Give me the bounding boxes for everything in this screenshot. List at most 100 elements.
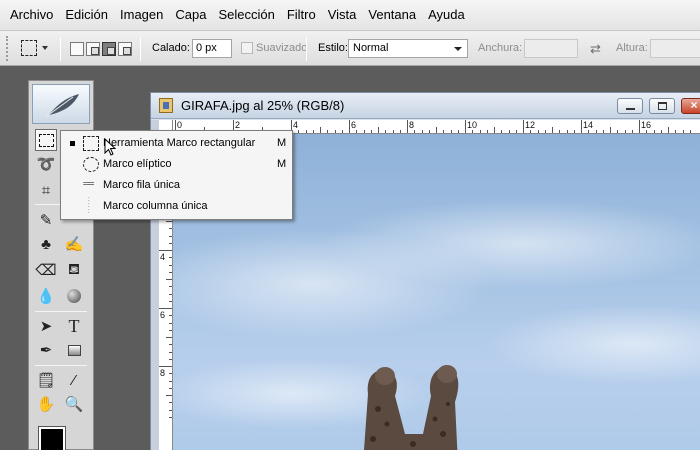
hand-tool[interactable]: ✋ bbox=[35, 393, 57, 415]
flyout-item-row-marquee[interactable]: === Marco fila única bbox=[61, 175, 292, 196]
lasso-tool[interactable]: ➰ bbox=[35, 153, 57, 175]
flyout-item-rect-marquee[interactable]: Herramienta Marco rectangular M bbox=[61, 133, 292, 154]
pen-tool[interactable]: ✒ bbox=[35, 339, 57, 361]
eraser-tool[interactable]: ⌫ bbox=[35, 259, 57, 281]
crop-tool[interactable]: ⌗ bbox=[35, 179, 57, 201]
foreground-color-swatch[interactable] bbox=[38, 426, 66, 450]
crop-icon: ⌗ bbox=[41, 181, 51, 199]
menu-imagen[interactable]: Imagen bbox=[114, 3, 169, 27]
pen-icon: ✒ bbox=[39, 342, 53, 359]
tool-preset-picker[interactable] bbox=[18, 37, 52, 61]
menu-capa[interactable]: Capa bbox=[169, 3, 212, 27]
menu-vista[interactable]: Vista bbox=[322, 3, 363, 27]
style-select-value: Normal bbox=[353, 42, 389, 54]
menu-ayuda[interactable]: Ayuda bbox=[422, 3, 471, 27]
ruler-tick bbox=[639, 120, 640, 133]
flyout-item-ellipse-marquee[interactable]: Marco elíptico M bbox=[61, 154, 292, 175]
width-input[interactable] bbox=[524, 39, 578, 58]
swap-dimensions-icon[interactable]: ⇄ bbox=[590, 41, 601, 57]
zoom-tool[interactable]: 🔍 bbox=[63, 393, 85, 415]
ruler-tick bbox=[159, 250, 172, 251]
ruler-tick bbox=[465, 120, 466, 133]
bucket-tool[interactable]: ⛾ bbox=[63, 259, 85, 281]
ruler-minor-tick bbox=[494, 127, 495, 133]
style-select[interactable]: Normal bbox=[348, 39, 468, 58]
add-to-selection-button[interactable] bbox=[86, 42, 100, 56]
flyout-item-label: Marco fila única bbox=[103, 179, 181, 191]
ruler-minor-tick bbox=[166, 279, 172, 280]
eyedropper-tool[interactable]: ⁄ bbox=[63, 369, 85, 391]
ruler-label: 10 bbox=[467, 120, 478, 130]
options-bar: Calado: 0 px Suavizado Estilo: Normal An… bbox=[0, 31, 700, 66]
options-bar-grip[interactable] bbox=[6, 36, 10, 61]
close-icon: × bbox=[690, 98, 698, 112]
intersect-selection-button[interactable] bbox=[118, 42, 132, 56]
notes-tool[interactable]: 🗒 bbox=[35, 369, 57, 391]
minimize-icon bbox=[626, 108, 635, 110]
ruler-label: 14 bbox=[583, 120, 594, 130]
select-arrow-icon: ➤ bbox=[39, 318, 53, 335]
ruler-tick bbox=[349, 120, 350, 133]
new-selection-button[interactable] bbox=[70, 42, 84, 56]
ruler-minor-tick bbox=[166, 395, 172, 396]
ruler-minor-tick bbox=[166, 337, 172, 338]
menu-filtro[interactable]: Filtro bbox=[281, 3, 322, 27]
blur-tool[interactable]: 💧 bbox=[35, 285, 57, 307]
flyout-item-shortcut: M bbox=[277, 158, 287, 170]
ruler-label: 2 bbox=[235, 120, 241, 130]
ruler-label: 4 bbox=[293, 120, 299, 130]
feather-label: Calado: bbox=[152, 42, 190, 54]
shape-tool[interactable] bbox=[63, 339, 85, 361]
divider bbox=[140, 37, 141, 61]
height-label: Altura: bbox=[616, 42, 648, 54]
rect-marquee-icon bbox=[83, 136, 99, 151]
document-titlebar[interactable]: GIRAFA.jpg al 25% (RGB/8) × bbox=[151, 93, 700, 119]
ruler-tick bbox=[159, 366, 172, 367]
menu-edicion[interactable]: Edición bbox=[59, 3, 114, 27]
marquee-tools-flyout: Herramienta Marco rectangular M Marco el… bbox=[60, 130, 293, 220]
subtract-from-selection-button[interactable] bbox=[102, 42, 116, 56]
ruler-label: 6 bbox=[351, 120, 357, 130]
photoshop-logo bbox=[32, 84, 90, 124]
menu-seleccion[interactable]: Selección bbox=[212, 3, 280, 27]
feather-logo-icon bbox=[46, 94, 79, 117]
menu-archivo[interactable]: Archivo bbox=[4, 3, 59, 27]
feather-input[interactable]: 0 px bbox=[192, 39, 232, 58]
ruler-minor-tick bbox=[166, 221, 172, 222]
ruler-label: 16 bbox=[641, 120, 652, 130]
flyout-item-column-marquee[interactable]: ::: Marco columna única bbox=[61, 196, 292, 217]
blur-icon: 💧 bbox=[36, 288, 56, 305]
ruler-label: 4 bbox=[160, 252, 166, 262]
marquee-tool[interactable] bbox=[35, 129, 57, 151]
document-file-icon bbox=[159, 98, 173, 113]
maximize-button[interactable] bbox=[649, 98, 675, 114]
height-input[interactable] bbox=[650, 39, 700, 58]
flyout-item-label: Marco elíptico bbox=[103, 158, 172, 170]
close-button[interactable]: × bbox=[681, 98, 700, 114]
ellipse-marquee-icon bbox=[83, 157, 99, 172]
rect-marquee-icon bbox=[21, 40, 37, 56]
width-label: Anchura: bbox=[478, 42, 523, 54]
minimize-button[interactable] bbox=[617, 98, 643, 114]
stamp-tool[interactable]: ♣ bbox=[35, 233, 57, 255]
dodge-tool[interactable] bbox=[63, 285, 85, 307]
style-label: Estilo: bbox=[318, 42, 348, 54]
ruler-tick bbox=[581, 120, 582, 133]
ruler-label: 0 bbox=[177, 120, 183, 130]
ruler-label: 8 bbox=[160, 368, 166, 378]
menu-ventana[interactable]: Ventana bbox=[362, 3, 422, 27]
healing-icon: ✎ bbox=[39, 212, 53, 229]
path-select-tool[interactable]: ➤ bbox=[35, 315, 57, 337]
ruler-tick bbox=[523, 120, 524, 133]
divider bbox=[306, 37, 307, 61]
stamp-icon: ♣ bbox=[41, 235, 51, 253]
chevron-down-icon bbox=[42, 46, 48, 50]
document-title: GIRAFA.jpg al 25% (RGB/8) bbox=[181, 98, 345, 113]
history-brush-tool[interactable]: ✍ bbox=[63, 233, 85, 255]
type-tool[interactable]: T bbox=[63, 315, 85, 337]
antialias-checkbox[interactable] bbox=[241, 42, 253, 54]
healing-tool[interactable]: ✎ bbox=[35, 209, 57, 231]
hand-icon: ✋ bbox=[36, 396, 56, 413]
bucket-icon: ⛾ bbox=[67, 260, 81, 278]
ruler-tick bbox=[159, 308, 172, 309]
